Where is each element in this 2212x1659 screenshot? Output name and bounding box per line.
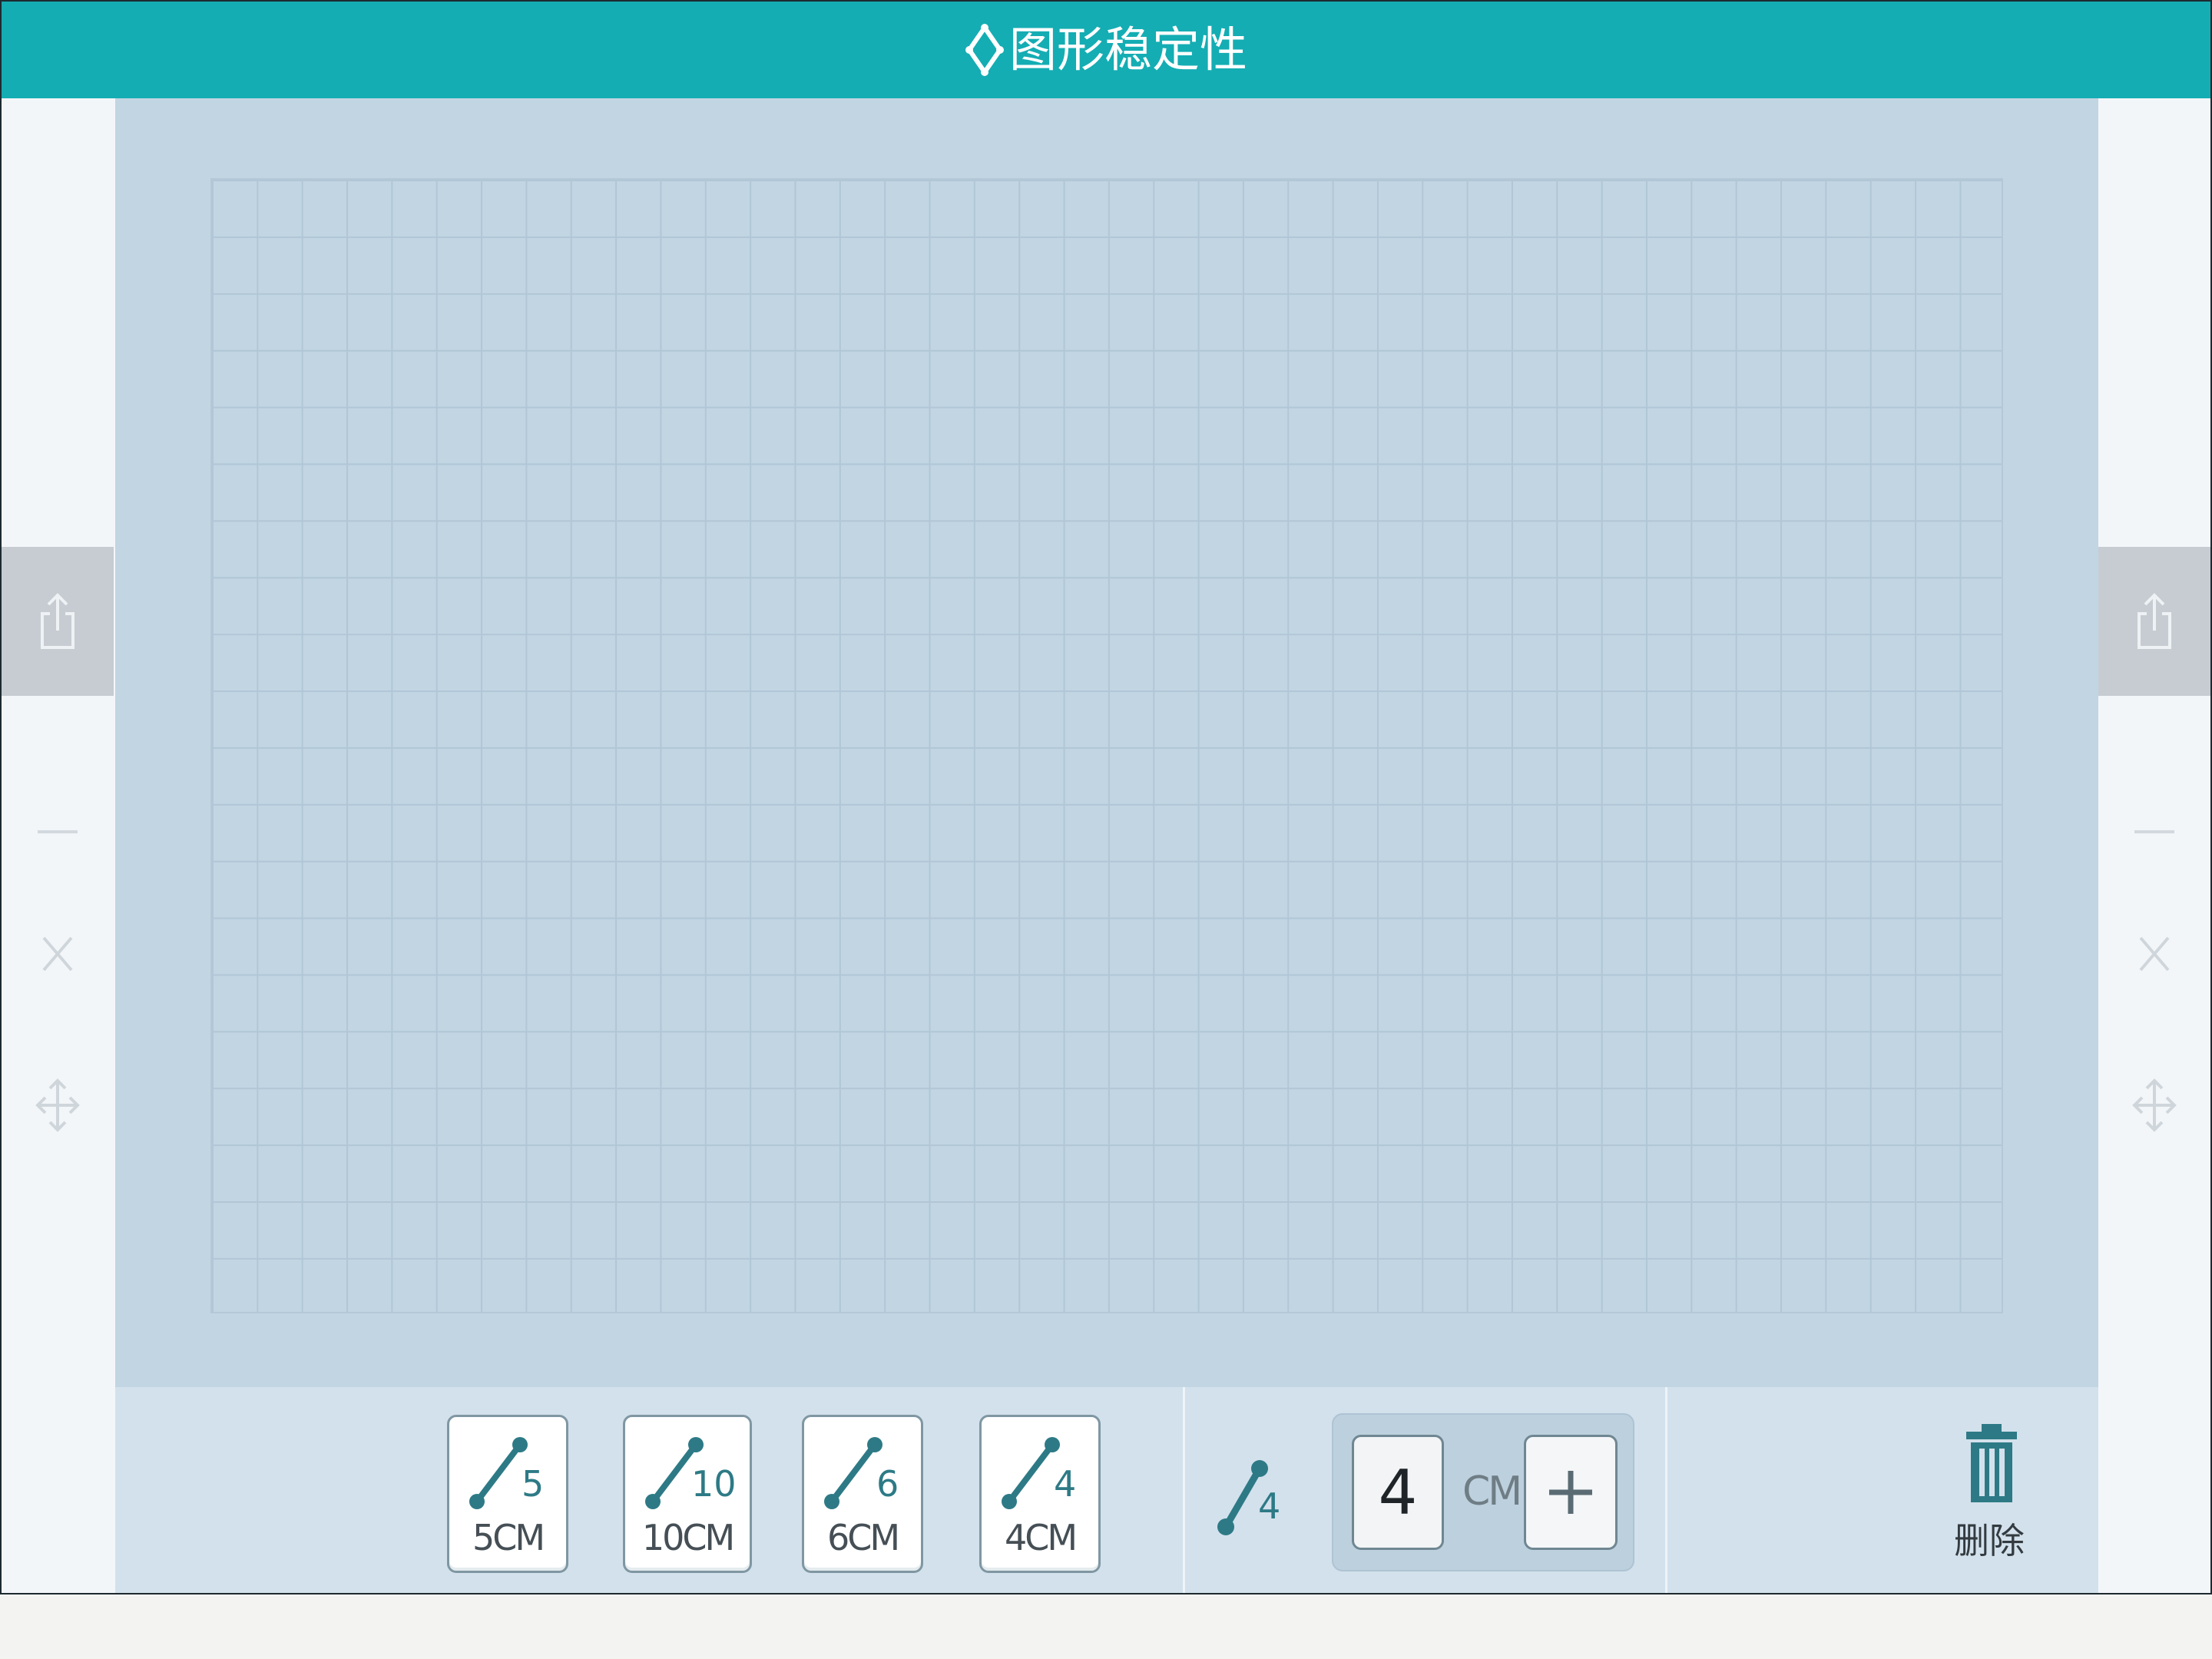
minus-icon [2134, 830, 2174, 833]
stick-button-10cm[interactable]: 10 10CM [623, 1415, 752, 1573]
close-x-icon [2139, 936, 2170, 972]
share-icon [41, 593, 75, 649]
right-close-button[interactable] [2098, 919, 2210, 988]
left-share-button[interactable] [2, 547, 114, 696]
stick-number: 10 [691, 1463, 737, 1505]
share-icon [2137, 593, 2171, 649]
page-background-strip [0, 1594, 2212, 1659]
left-move-button[interactable] [2, 1071, 114, 1140]
move-arrows-icon [35, 1078, 80, 1132]
right-move-button[interactable] [2098, 1071, 2210, 1140]
right-minimize-button[interactable] [2098, 797, 2210, 866]
right-share-button[interactable] [2098, 547, 2210, 696]
minus-icon [38, 830, 78, 833]
app-window: 图形稳定性 5 5CM 10 10CM 6 6CM 4 4CM 4 4 CM 删… [0, 0, 2212, 1594]
left-close-button[interactable] [2, 919, 114, 988]
stick-number: 5 [522, 1463, 545, 1505]
stick-label: 10CM [641, 1517, 735, 1558]
stick-number: 4 [1054, 1463, 1077, 1505]
stick-number: 6 [876, 1463, 899, 1505]
toolbar-divider [1665, 1387, 1667, 1593]
stick-button-6cm[interactable]: 6 6CM [802, 1415, 923, 1573]
plus-icon [1549, 1471, 1592, 1514]
title-bar: 图形稳定性 [2, 2, 2210, 98]
length-unit-label: CM [1462, 1469, 1522, 1515]
stick-button-5cm[interactable]: 5 5CM [447, 1415, 568, 1573]
stick-label: 4CM [1004, 1517, 1078, 1558]
delete-label: 删除 [1954, 1520, 2025, 1561]
diamond-icon [965, 23, 1004, 77]
length-value-field[interactable]: 4 [1352, 1435, 1444, 1550]
close-x-icon [42, 936, 73, 972]
custom-stick-number: 4 [1258, 1485, 1281, 1527]
page-title: 图形稳定性 [1008, 22, 1247, 78]
grid-canvas[interactable] [210, 178, 2003, 1313]
stick-label: 6CM [826, 1517, 900, 1558]
stick-button-4cm[interactable]: 4 4CM [979, 1415, 1101, 1573]
stick-label: 5CM [472, 1517, 545, 1558]
toolbar-divider [1183, 1387, 1185, 1593]
left-side-rail [2, 98, 114, 1593]
left-minimize-button[interactable] [2, 797, 114, 866]
right-side-rail [2098, 98, 2210, 1593]
move-arrows-icon [2132, 1078, 2177, 1132]
length-editor: 4 CM [1332, 1413, 1634, 1571]
drawing-board[interactable] [115, 98, 2098, 1387]
delete-button[interactable]: 删除 [1920, 1422, 2058, 1568]
bottom-toolbar: 5 5CM 10 10CM 6 6CM 4 4CM 4 4 CM 删除 [115, 1387, 2098, 1593]
length-plus-button[interactable] [1524, 1435, 1618, 1550]
trash-icon [1966, 1424, 2017, 1502]
